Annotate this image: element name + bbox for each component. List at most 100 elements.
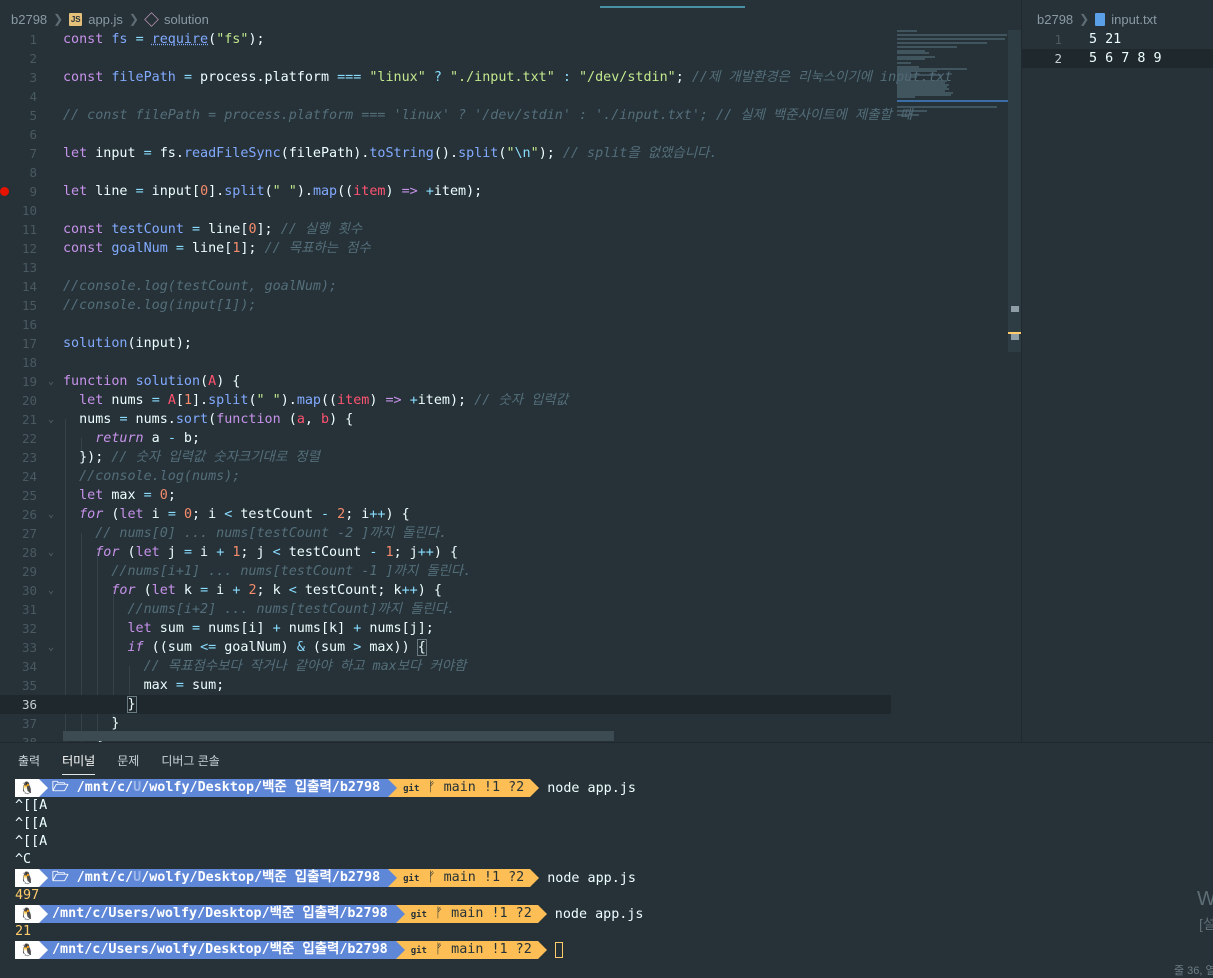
fold-chevron-icon[interactable]: ⌄ xyxy=(48,505,54,524)
tab-problems[interactable]: 문제 xyxy=(117,748,139,774)
code-line: 10 xyxy=(0,201,891,220)
line-number: 37 xyxy=(21,716,37,731)
line-number: 24 xyxy=(21,469,37,484)
code-line: 32 let sum = nums[i] + nums[k] + nums[j]… xyxy=(0,619,891,638)
line-number: 28 xyxy=(21,545,37,560)
line-number: 26 xyxy=(21,507,37,522)
code-line: 2 xyxy=(0,49,891,68)
code-line: 4 xyxy=(0,87,891,106)
code-line: 29 //nums[i+1] ... nums[testCount -1 ]까지… xyxy=(0,562,891,581)
terminal-output: ^C xyxy=(15,852,32,867)
line-number: 2 xyxy=(29,51,37,66)
right-breadcrumb-folder[interactable]: b2798 xyxy=(1037,12,1073,27)
line-number: 23 xyxy=(21,450,37,465)
fold-chevron-icon[interactable]: ⌄ xyxy=(48,410,54,429)
chevron-right-icon: ❯ xyxy=(128,12,139,26)
line-number: 17 xyxy=(21,336,37,351)
code-line: 30 ⌄ for (let k = i + 2; k < testCount; k… xyxy=(0,581,891,600)
line-number: 33 xyxy=(21,640,37,655)
tab-terminal[interactable]: 터미널 xyxy=(62,748,96,775)
horizontal-scrollbar[interactable] xyxy=(63,731,614,741)
line-number: 1 xyxy=(1054,32,1062,47)
chevron-right-icon: ❯ xyxy=(53,12,64,26)
activation-watermark-sub: [설 xyxy=(1199,916,1213,932)
prompt-path: 🗁 /mnt/c/U/wolfy/Desktop/백준 입출력/b2798 xyxy=(48,869,389,887)
linux-icon: 🐧 xyxy=(15,905,39,923)
breadcrumb-symbol[interactable]: solution xyxy=(164,12,209,27)
code-line: 8 xyxy=(0,163,891,182)
fold-chevron-icon[interactable]: ⌄ xyxy=(48,638,54,657)
line-number: 36 xyxy=(21,697,37,712)
line-number: 19 xyxy=(21,374,37,389)
line-number: 32 xyxy=(21,621,37,636)
panel-separator xyxy=(0,742,1213,743)
git-icon: git xyxy=(410,946,427,956)
code-line: 33 ⌄ if ((sum <= goalNum) & (sum > max)) … xyxy=(0,638,891,657)
code-line: 16 xyxy=(0,315,891,334)
code-line: 20 let nums = A[1].split(" ").map((item)… xyxy=(0,391,891,410)
line-number: 3 xyxy=(29,70,37,85)
text-file-icon xyxy=(1095,12,1106,26)
line-number: 13 xyxy=(21,260,37,275)
line-number: 34 xyxy=(21,659,37,674)
line-number: 18 xyxy=(21,355,37,370)
scrollbar-thumb[interactable] xyxy=(1011,306,1019,312)
tab-debug-console[interactable]: 디버그 콘솔 xyxy=(161,748,220,774)
code-line: 1 const fs = require("fs"); xyxy=(0,30,891,49)
code-line-current: 36 } xyxy=(0,695,891,714)
line-number: 30 xyxy=(21,583,37,598)
linux-icon: 🐧 xyxy=(15,779,39,797)
line-number: 22 xyxy=(21,431,37,446)
code-line: 9 let line = input[0].split(" ").map((ite… xyxy=(0,182,891,201)
vertical-scrollbar[interactable] xyxy=(1008,30,1021,352)
terminal-command: node app.js xyxy=(547,870,636,886)
terminal-output: ^[[A xyxy=(15,816,48,831)
terminal-prompt: 🐧 /mnt/c/Users/wolfy/Desktop/백준 입출력/b279… xyxy=(15,905,643,923)
breadcrumb-folder[interactable]: b2798 xyxy=(11,12,47,27)
line-number: 9 xyxy=(29,184,37,199)
line-number: 29 xyxy=(21,564,37,579)
line-number: 11 xyxy=(21,222,37,237)
line-number: 7 xyxy=(29,146,37,161)
fold-chevron-icon[interactable]: ⌄ xyxy=(48,543,54,562)
line-number: 16 xyxy=(21,317,37,332)
fold-chevron-icon[interactable]: ⌄ xyxy=(48,372,54,391)
fold-chevron-icon[interactable]: ⌄ xyxy=(48,581,54,600)
line-number: 5 xyxy=(29,108,37,123)
terminal-cursor[interactable] xyxy=(554,942,563,958)
code-line: 14//console.log(testCount, goalNum); xyxy=(0,277,891,296)
status-bar-position[interactable]: 줄 36, 열 xyxy=(1174,962,1213,978)
code-line: 24 //console.log(nums); xyxy=(0,467,891,486)
code-line: 13 xyxy=(0,258,891,277)
code-line: 27 // nums[0] ... nums[testCount -2 ]까지 … xyxy=(0,524,891,543)
scrollbar-thumb-lower xyxy=(1011,334,1019,340)
line-number: 25 xyxy=(21,488,37,503)
code-line: 12 const goalNum = line[1]; // 목표하는 점수 xyxy=(0,239,891,258)
line-number: 12 xyxy=(21,241,37,256)
code-editor[interactable]: 1 const fs = require("fs"); 2 3 const file… xyxy=(0,30,1021,742)
prompt-path: /mnt/c/Users/wolfy/Desktop/백준 입출력/b2798 xyxy=(48,941,396,959)
right-breadcrumb-file[interactable]: input.txt xyxy=(1111,12,1157,27)
line-number: 27 xyxy=(21,526,37,541)
prompt-path: 🗁 /mnt/c/U/wolfy/Desktop/백준 입출력/b2798 xyxy=(48,779,389,797)
code-line: 34 // 목표점수보다 작거나 같아야 하고 max보다 커야함 xyxy=(0,657,891,676)
tab-output[interactable]: 출력 xyxy=(18,748,40,774)
terminal-output: ^[[A xyxy=(15,834,48,849)
terminal-prompt: 🐧 🗁 /mnt/c/U/wolfy/Desktop/백준 입출력/b2798 … xyxy=(15,779,636,797)
code-line: 7 let input = fs.readFileSync(filePath).t… xyxy=(0,144,891,163)
prompt-path: /mnt/c/Users/wolfy/Desktop/백준 입출력/b2798 xyxy=(48,905,396,923)
git-icon: git xyxy=(403,874,420,884)
minimap[interactable] xyxy=(897,30,1009,130)
line-number: 4 xyxy=(29,89,37,104)
pane-divider[interactable] xyxy=(1021,0,1022,742)
terminal-output: ^[[A xyxy=(15,798,48,813)
line-number: 14 xyxy=(21,279,37,294)
code-line: 35 max = sum; xyxy=(0,676,891,695)
code-line: 31 //nums[i+2] ... nums[testCount]까지 돌린다… xyxy=(0,600,891,619)
activation-watermark: W xyxy=(1197,888,1213,910)
code-line: 26 ⌄ for (let i = 0; i < testCount - 2; i… xyxy=(0,505,891,524)
breadcrumb-file[interactable]: app.js xyxy=(88,12,123,27)
line-number: 20 xyxy=(21,393,37,408)
code-line: 23 }); // 숫자 입력값 숫자크기대로 정렬 xyxy=(0,448,891,467)
terminal-prompt: 🐧 🗁 /mnt/c/U/wolfy/Desktop/백준 입출력/b2798 … xyxy=(15,869,636,887)
